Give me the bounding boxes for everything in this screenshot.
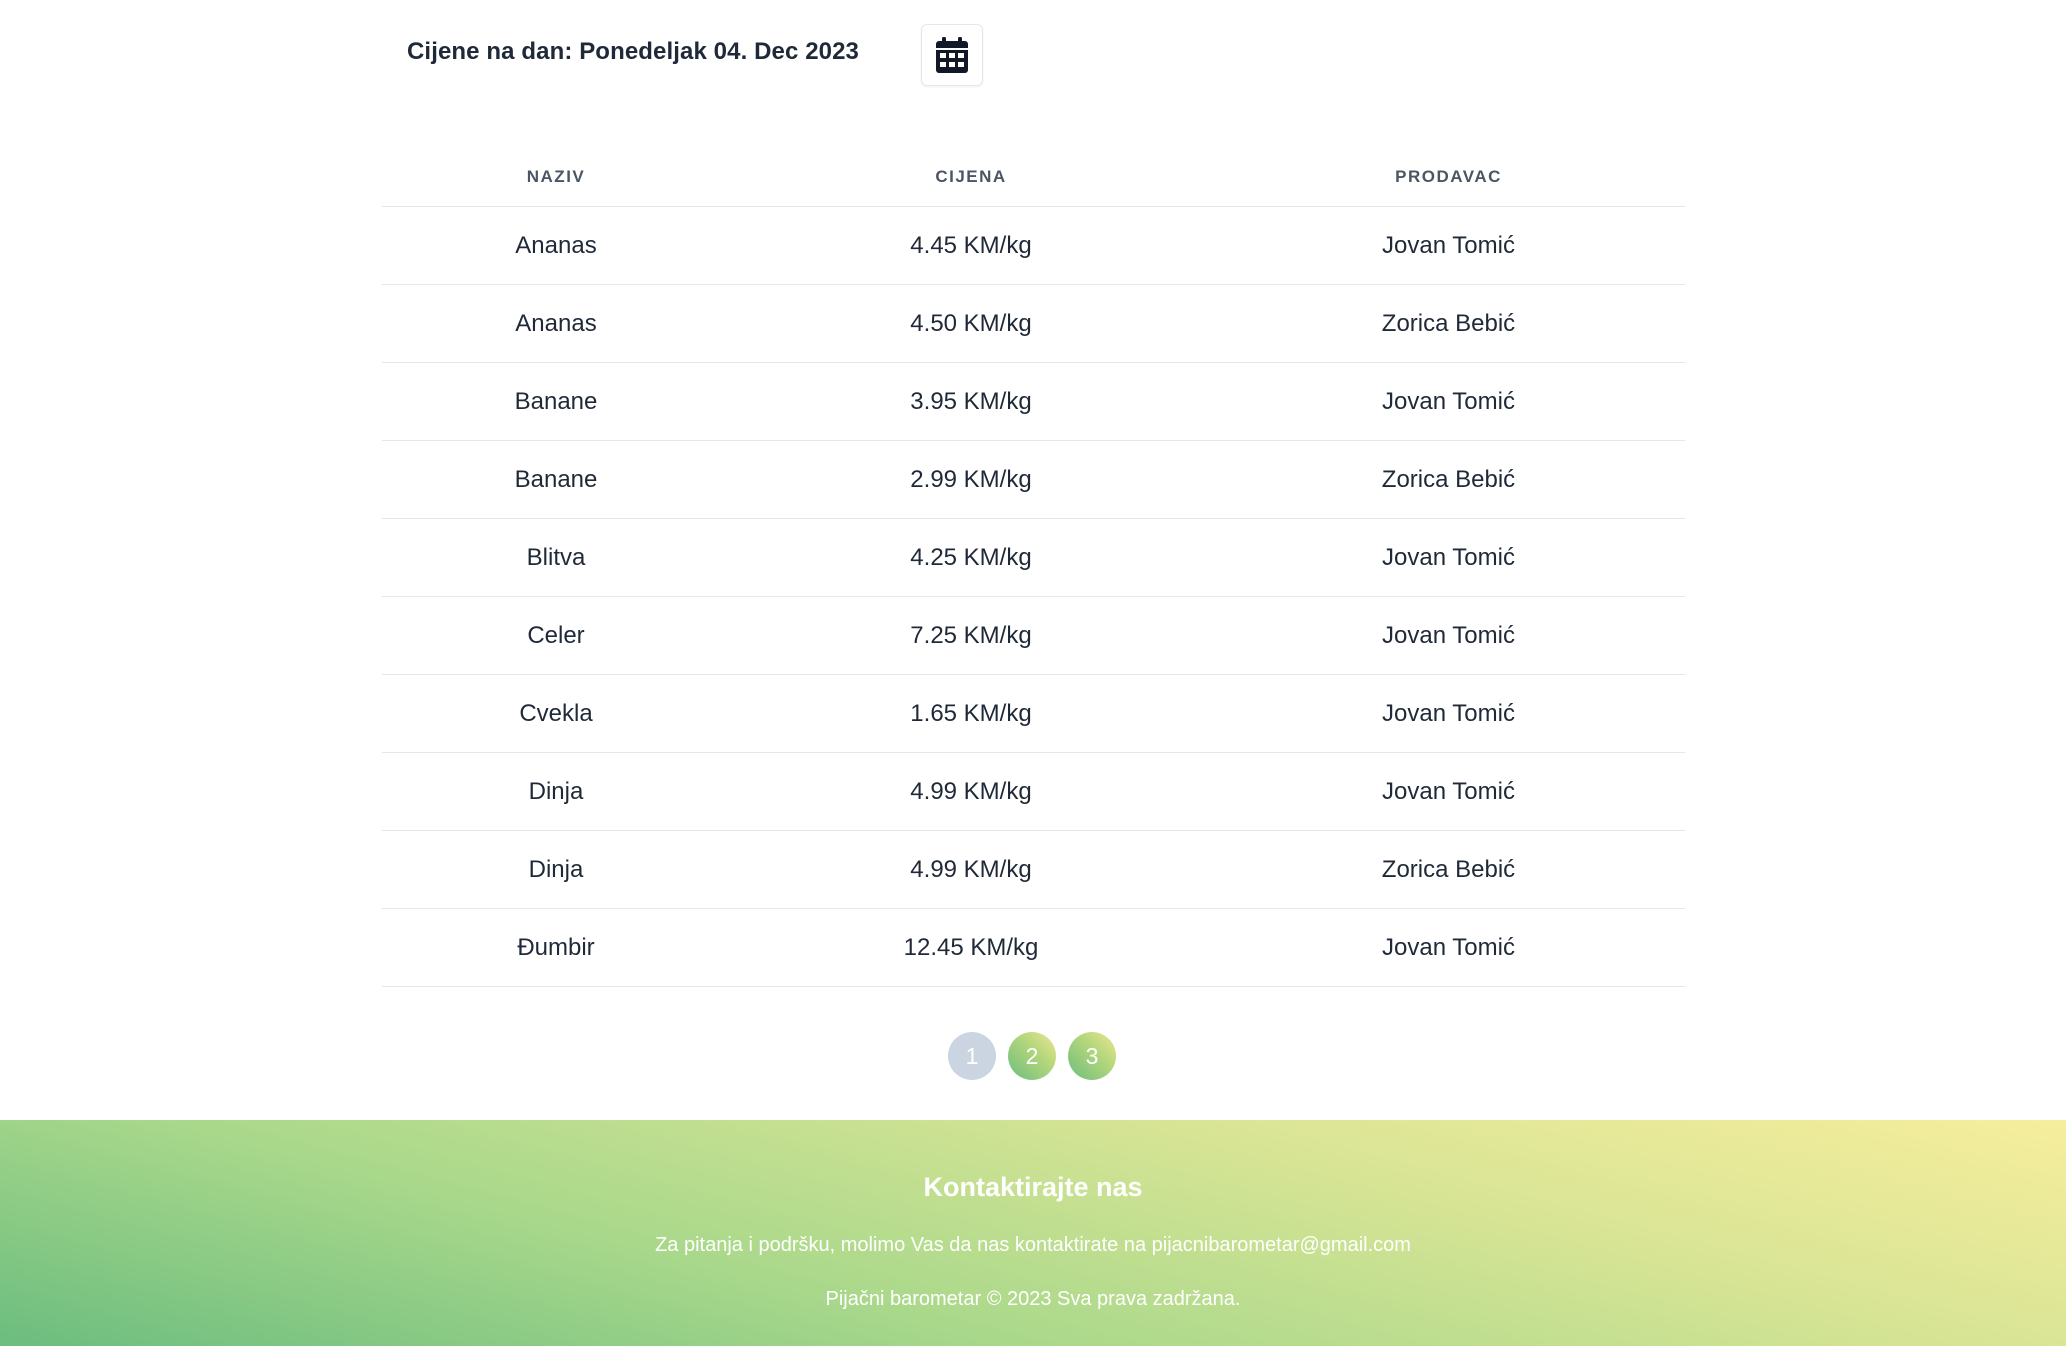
date-label: Cijene na dan: Ponedeljak 04. Dec 2023 <box>407 38 859 65</box>
cell-seller: Zorica Bebić <box>1212 284 1685 363</box>
table-row: Cvekla 1.65 KM/kg Jovan Tomić <box>382 674 1685 753</box>
cell-seller: Jovan Tomić <box>1212 752 1685 831</box>
table-row: Celer 7.25 KM/kg Jovan Tomić <box>382 596 1685 675</box>
column-header-seller[interactable]: PRODAVAC <box>1212 148 1685 207</box>
cell-price: 4.99 KM/kg <box>730 830 1212 909</box>
footer-title: Kontaktirajte nas <box>923 1172 1143 1202</box>
cell-seller: Jovan Tomić <box>1212 908 1685 987</box>
cell-price: 4.50 KM/kg <box>730 284 1212 363</box>
cell-seller: Jovan Tomić <box>1212 518 1685 597</box>
table-header-row: NAZIV CIJENA PRODAVAC <box>382 148 1685 207</box>
cell-name: Dinja <box>382 830 730 909</box>
cell-price: 12.45 KM/kg <box>730 908 1212 987</box>
column-header-price[interactable]: CIJENA <box>730 148 1212 207</box>
cell-price: 4.25 KM/kg <box>730 518 1212 597</box>
table-row: Blitva 4.25 KM/kg Jovan Tomić <box>382 518 1685 597</box>
cell-name: Banane <box>382 362 730 441</box>
footer-contact-text: Za pitanja i podršku, molimo Vas da nas … <box>655 1234 1411 1256</box>
cell-price: 4.45 KM/kg <box>730 206 1212 285</box>
table-row: Dinja 4.99 KM/kg Zorica Bebić <box>382 830 1685 909</box>
cell-price: 2.99 KM/kg <box>730 440 1212 519</box>
column-header-name[interactable]: NAZIV <box>382 148 730 207</box>
calendar-icon <box>936 37 968 73</box>
table-row: Dinja 4.99 KM/kg Jovan Tomić <box>382 752 1685 831</box>
cell-seller: Jovan Tomić <box>1212 674 1685 753</box>
date-header: Cijene na dan: Ponedeljak 04. Dec 2023 <box>382 0 1684 110</box>
cell-price: 4.99 KM/kg <box>730 752 1212 831</box>
cell-seller: Zorica Bebić <box>1212 830 1685 909</box>
cell-name: Ananas <box>382 206 730 285</box>
cell-seller: Zorica Bebić <box>1212 440 1685 519</box>
footer-copyright: Pijačni barometar © 2023 Sva prava zadrž… <box>825 1288 1241 1310</box>
cell-name: Banane <box>382 440 730 519</box>
cell-seller: Jovan Tomić <box>1212 362 1685 441</box>
cell-name: Celer <box>382 596 730 675</box>
cell-price: 1.65 KM/kg <box>730 674 1212 753</box>
calendar-button[interactable] <box>921 24 983 86</box>
cell-seller: Jovan Tomić <box>1212 206 1685 285</box>
page-button-3[interactable]: 3 <box>1068 1032 1116 1080</box>
cell-price: 7.25 KM/kg <box>730 596 1212 675</box>
cell-name: Blitva <box>382 518 730 597</box>
pagination: 1 2 3 <box>948 1032 1116 1080</box>
table-row: Đumbir 12.45 KM/kg Jovan Tomić <box>382 908 1685 987</box>
cell-name: Ananas <box>382 284 730 363</box>
cell-price: 3.95 KM/kg <box>730 362 1212 441</box>
page-button-2[interactable]: 2 <box>1008 1032 1056 1080</box>
table-row: Banane 2.99 KM/kg Zorica Bebić <box>382 440 1685 519</box>
footer: Kontaktirajte nas Za pitanja i podršku, … <box>0 1120 2066 1346</box>
prices-table: NAZIV CIJENA PRODAVAC Ananas 4.45 KM/kg … <box>382 148 1685 987</box>
cell-name: Đumbir <box>382 908 730 987</box>
table-row: Ananas 4.50 KM/kg Zorica Bebić <box>382 284 1685 363</box>
cell-name: Dinja <box>382 752 730 831</box>
table-row: Ananas 4.45 KM/kg Jovan Tomić <box>382 206 1685 285</box>
table-row: Banane 3.95 KM/kg Jovan Tomić <box>382 362 1685 441</box>
page: Cijene na dan: Ponedeljak 04. Dec 2023 N… <box>0 0 2066 1346</box>
cell-name: Cvekla <box>382 674 730 753</box>
cell-seller: Jovan Tomić <box>1212 596 1685 675</box>
page-button-1[interactable]: 1 <box>948 1032 996 1080</box>
